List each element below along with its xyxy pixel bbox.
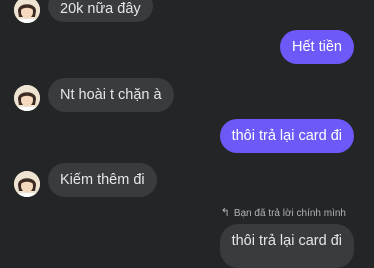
message-bubble-outgoing[interactable]: Hết tiền xyxy=(280,30,354,64)
message-bubble-incoming[interactable]: 20k nữa đây xyxy=(48,0,153,22)
contact-avatar[interactable] xyxy=(14,0,40,23)
avatar-image xyxy=(14,0,40,23)
message-bubble-incoming[interactable]: Kiếm thêm đi xyxy=(48,163,157,197)
contact-avatar[interactable] xyxy=(14,171,40,197)
avatar-image xyxy=(14,171,40,197)
message-bubble-outgoing[interactable]: thôi trả lại card đi xyxy=(219,119,354,153)
reply-arrow-icon: ↰ xyxy=(220,207,230,219)
avatar-image xyxy=(14,85,40,111)
message-bubble-outgoing-reply[interactable]: thôi trả lại card đi xyxy=(219,224,354,268)
reply-indicator: ↰ Bạn đã trả lời chính mình xyxy=(221,207,346,220)
message-bubble-incoming[interactable]: Nt hoài t chặn à xyxy=(48,78,174,112)
reply-note-text: Bạn đã trả lời chính mình xyxy=(233,208,346,219)
contact-avatar[interactable] xyxy=(14,85,40,111)
